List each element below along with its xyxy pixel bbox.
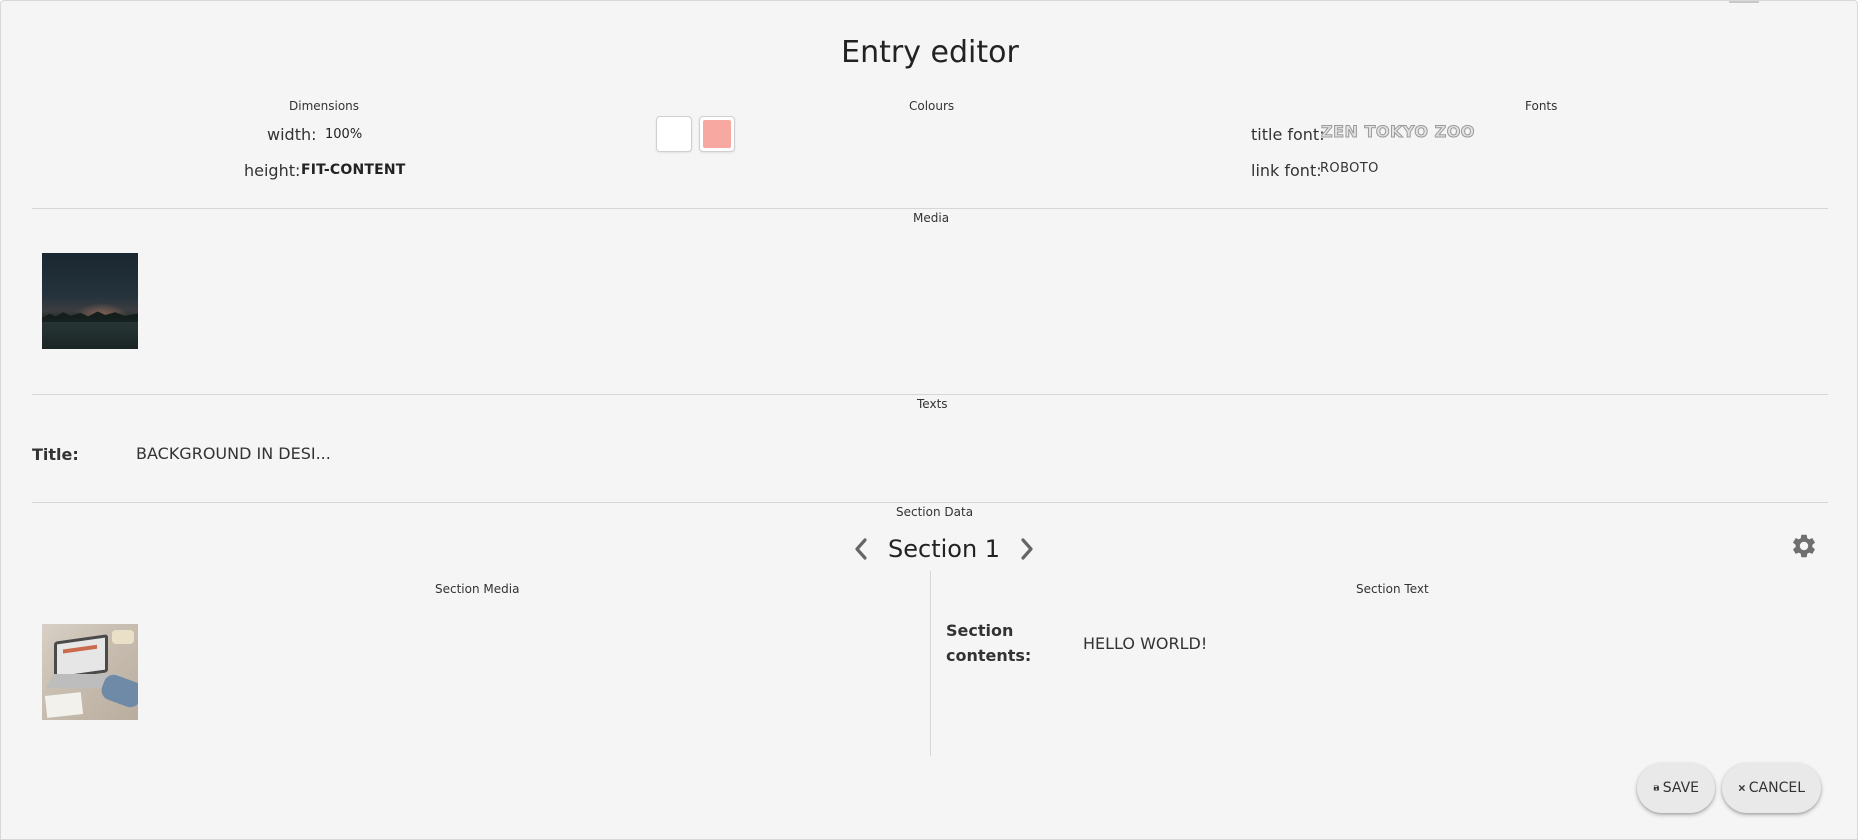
image-water (42, 322, 138, 349)
backdrop-edge (1729, 1, 1759, 3)
title-field-value[interactable]: BACKGROUND IN DESI... (136, 444, 331, 463)
section-media-thumbnail[interactable] (42, 624, 138, 720)
section-contents-label-line1: Section (946, 621, 1014, 640)
colours-heading: Colours (909, 99, 955, 113)
link-font-value[interactable]: ROBOTO (1320, 161, 1379, 176)
width-value[interactable]: 100% (325, 127, 362, 142)
chevron-left-icon[interactable] (846, 534, 876, 564)
height-value[interactable]: FIT-CONTENT (301, 162, 406, 178)
section-contents-value[interactable]: HELLO WORLD! (1083, 634, 1207, 653)
divider (32, 208, 1828, 209)
night-landscape-image (42, 311, 138, 322)
colour-swatch-accent[interactable] (699, 116, 735, 152)
title-font-value[interactable]: ZEN TOKYO ZOO (1321, 122, 1475, 142)
close-icon (1738, 785, 1745, 791)
title-font-label: title font: (1251, 125, 1325, 144)
divider (32, 394, 1828, 395)
colour-swatch-background[interactable] (656, 116, 692, 152)
cancel-button[interactable]: CANCEL (1722, 763, 1821, 813)
section-media-heading: Section Media (435, 582, 520, 596)
dialog-title: Entry editor (841, 35, 1019, 70)
entry-editor-dialog: Entry editor Dimensions width: 100% heig… (0, 0, 1858, 840)
current-section-title: Section 1 (888, 535, 1001, 563)
column-divider (930, 571, 931, 756)
swatch-fill (660, 120, 688, 148)
floppy-disk-icon (1653, 785, 1659, 791)
title-field-label: Title: (32, 445, 79, 464)
chevron-right-icon[interactable] (1012, 534, 1042, 564)
laptop-desk-image (54, 634, 108, 680)
link-font-label: link font: (1251, 161, 1322, 180)
save-button[interactable]: SAVE (1637, 763, 1715, 813)
section-text-heading: Section Text (1356, 582, 1429, 596)
section-navigator: Section 1 (846, 532, 1042, 566)
section-data-heading: Section Data (896, 505, 974, 519)
fonts-heading: Fonts (1525, 99, 1558, 113)
divider (32, 502, 1828, 503)
image-cup (112, 630, 134, 644)
image-notebook (44, 692, 84, 718)
swatch-fill (703, 120, 731, 148)
height-label: height: (244, 161, 301, 180)
texts-heading: Texts (917, 397, 948, 411)
save-label: SAVE (1662, 780, 1699, 796)
cancel-label: CANCEL (1748, 780, 1805, 796)
dimensions-heading: Dimensions (289, 99, 360, 113)
gear-icon[interactable] (1790, 532, 1818, 560)
section-contents-label-line2: contents: (946, 646, 1032, 665)
width-label: width: (267, 125, 317, 144)
media-heading: Media (913, 211, 950, 225)
image-sleeve (98, 671, 138, 711)
media-thumbnail[interactable] (42, 253, 138, 349)
